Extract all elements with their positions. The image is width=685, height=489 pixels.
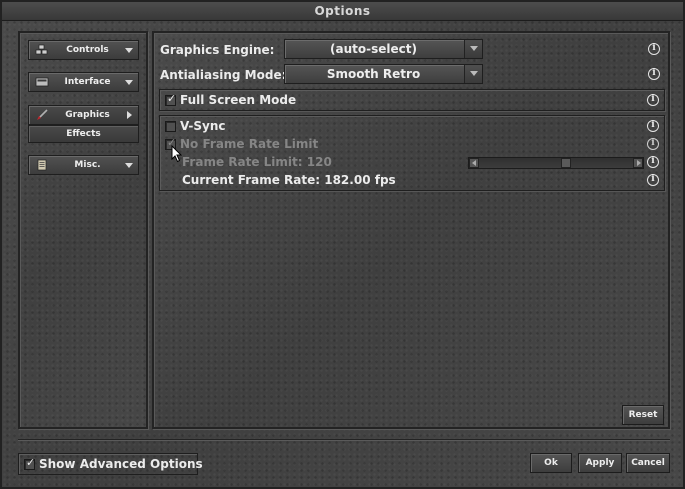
- graphics-engine-select[interactable]: (auto-select): [284, 39, 483, 59]
- scroll-icon: [37, 159, 47, 171]
- cancel-button[interactable]: Cancel: [626, 453, 670, 473]
- dropdown-button[interactable]: [464, 40, 482, 58]
- info-icon[interactable]: i: [647, 156, 659, 168]
- no-frame-limit-label: No Frame Rate Limit: [180, 137, 319, 151]
- brush-icon: [37, 109, 48, 120]
- sidebar-item-controls[interactable]: Controls: [28, 40, 139, 60]
- sidebar-item-label: Misc.: [74, 160, 101, 170]
- framerate-group: V-Sync i ✓ No Frame Rate Limit i Frame R…: [159, 115, 665, 191]
- info-icon[interactable]: i: [647, 120, 659, 132]
- reset-button[interactable]: Reset: [622, 405, 664, 425]
- vsync-checkbox[interactable]: [165, 121, 176, 132]
- show-advanced-label: Show Advanced Options: [39, 457, 203, 471]
- sidebar-item-label: Interface: [64, 77, 111, 87]
- frame-rate-slider[interactable]: [468, 157, 644, 169]
- chevron-down-icon: [470, 71, 478, 76]
- frame-limit-label: Frame Rate Limit: 120: [182, 155, 332, 169]
- sidebar-subitem-effects[interactable]: Effects: [28, 125, 139, 143]
- info-icon[interactable]: i: [647, 174, 659, 186]
- chevron-down-icon: [125, 48, 133, 53]
- chevron-down-icon: [125, 80, 133, 85]
- dropdown-button[interactable]: [464, 65, 482, 83]
- info-icon[interactable]: i: [648, 68, 660, 80]
- window-title: Options: [2, 2, 683, 21]
- fullscreen-checkbox[interactable]: ✓: [165, 92, 177, 106]
- checkmark-icon: ✓: [26, 456, 36, 469]
- info-icon[interactable]: i: [647, 138, 659, 150]
- fullscreen-group: ✓ Full Screen Mode i: [159, 89, 665, 111]
- footer-divider: [18, 439, 670, 441]
- vsync-label: V-Sync: [180, 119, 226, 133]
- info-icon[interactable]: i: [648, 43, 660, 55]
- mouse-cursor-icon: [171, 145, 183, 163]
- graphics-settings-panel: Graphics Engine: (auto-select) i Antiali…: [152, 31, 670, 429]
- info-icon[interactable]: i: [647, 94, 659, 106]
- slider-left-arrow-icon[interactable]: [469, 158, 479, 168]
- interface-icon: [35, 77, 49, 87]
- sidebar-item-label: Controls: [66, 45, 109, 55]
- antialiasing-select[interactable]: Smooth Retro: [284, 64, 483, 84]
- checkmark-icon: ✓: [167, 92, 177, 105]
- controls-icon: [35, 44, 48, 55]
- antialiasing-label: Antialiasing Mode:: [160, 68, 287, 82]
- options-window: Options Controls Interface Graphics Effe…: [0, 0, 685, 489]
- sidebar-item-misc[interactable]: Misc.: [28, 155, 139, 175]
- chevron-down-icon: [125, 163, 133, 168]
- fullscreen-label: Full Screen Mode: [180, 93, 297, 107]
- chevron-down-icon: [470, 46, 478, 51]
- sidebar-item-interface[interactable]: Interface: [28, 72, 139, 92]
- antialiasing-value: Smooth Retro: [326, 67, 421, 81]
- sidebar-item-label: Graphics: [65, 110, 110, 120]
- graphics-engine-value: (auto-select): [330, 42, 417, 56]
- ok-button[interactable]: Ok: [530, 453, 572, 473]
- slider-handle[interactable]: [561, 158, 571, 168]
- slider-right-arrow-icon[interactable]: [633, 158, 643, 168]
- current-frame-rate: Current Frame Rate: 182.00 fps: [182, 173, 396, 187]
- graphics-engine-label: Graphics Engine:: [160, 43, 275, 57]
- sidebar-item-graphics[interactable]: Graphics: [28, 105, 139, 125]
- chevron-right-icon: [127, 111, 132, 119]
- show-advanced-checkbox[interactable]: ✓: [24, 456, 36, 470]
- show-advanced-toggle[interactable]: ✓ Show Advanced Options: [18, 453, 203, 475]
- apply-button[interactable]: Apply: [578, 453, 622, 473]
- sidebar: Controls Interface Graphics Effects Misc…: [18, 31, 148, 429]
